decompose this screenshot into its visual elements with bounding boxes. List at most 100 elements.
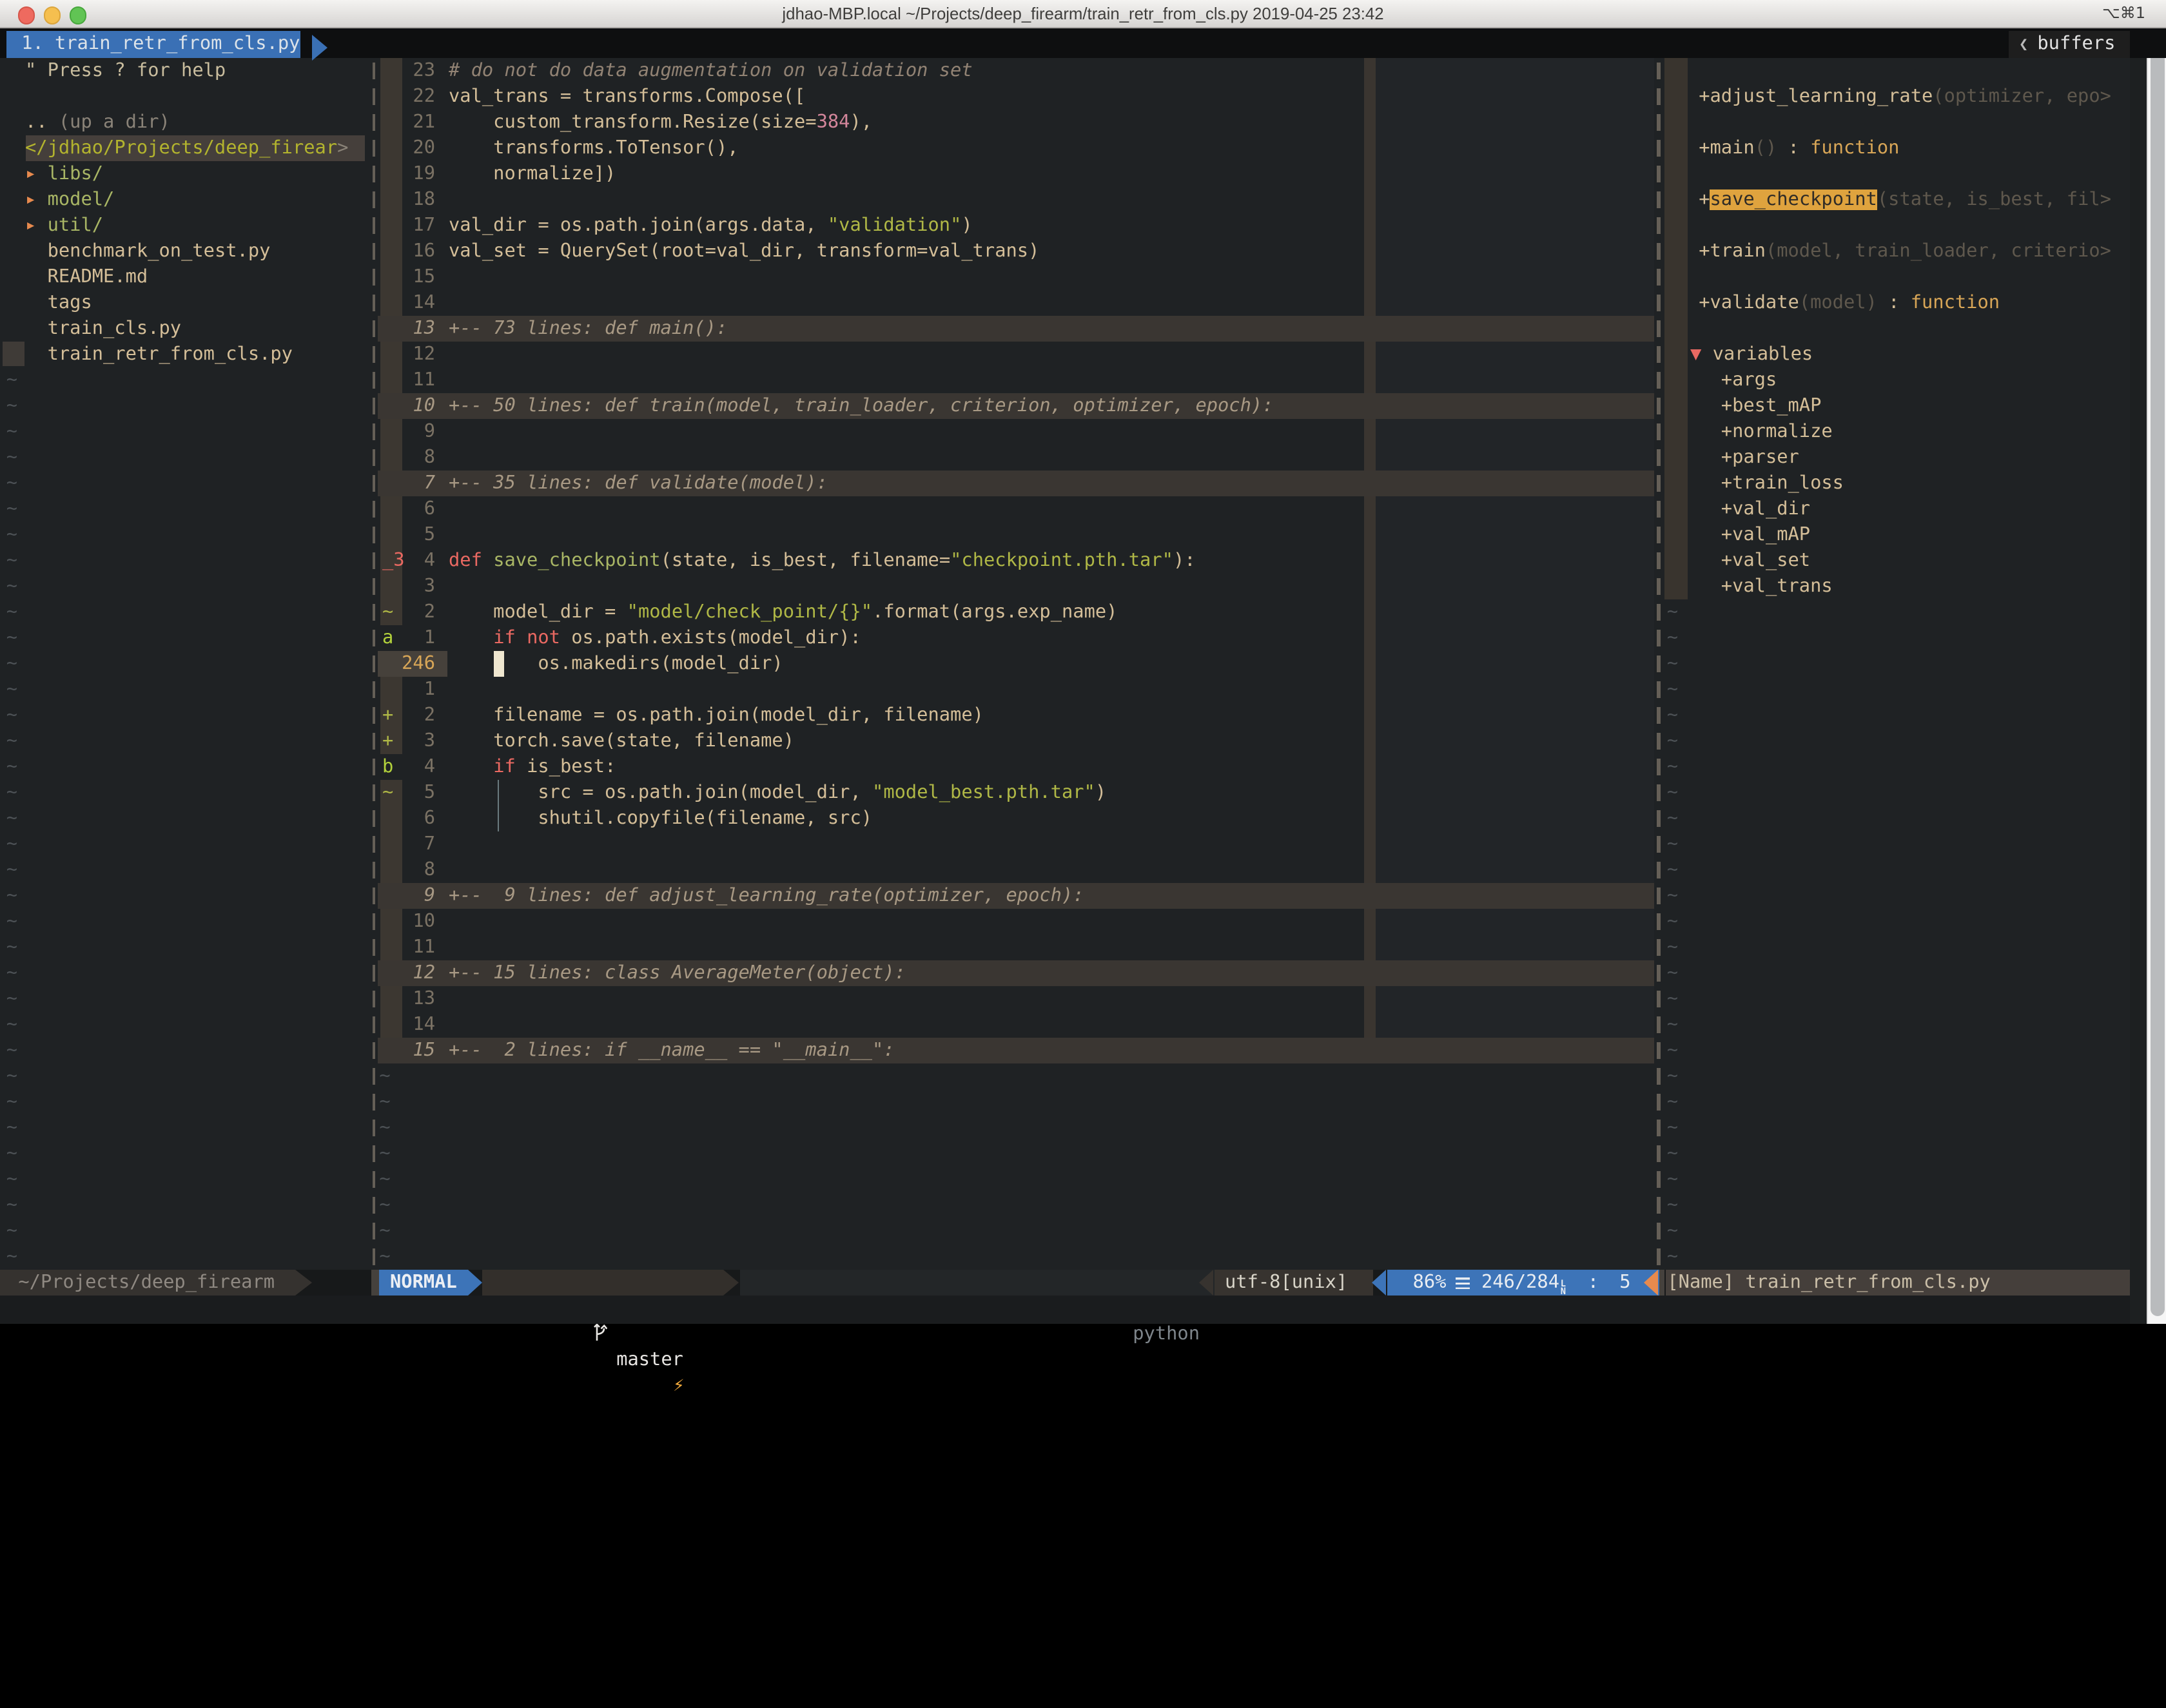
tree-item[interactable]: train_cls.py — [48, 315, 182, 341]
tag-item[interactable]: +train(model, train_loader, criterio> — [1699, 238, 2111, 264]
line-number: 6 — [382, 805, 435, 831]
tree-item[interactable]: ▸ libs/ — [25, 160, 103, 186]
tree-item[interactable]: benchmark_on_test.py — [48, 238, 271, 264]
tag-item[interactable]: +val_set — [1721, 547, 1810, 573]
empty-line-tilde: ~ — [1667, 779, 1678, 805]
code-line[interactable]: custom_transform.Resize(size=384), — [449, 109, 872, 135]
tree-item[interactable]: </jdhao/Projects/deep_firear> — [25, 135, 348, 160]
text-run: +validate — [1699, 292, 1799, 313]
empty-line-tilde: ~ — [1667, 882, 1678, 908]
empty-line-tilde: ~ — [379, 1192, 390, 1218]
window-separator-right[interactable] — [1657, 57, 1660, 1270]
gutter-sign: _3 — [382, 547, 405, 573]
tag-item[interactable]: +val_mAP — [1721, 521, 1810, 547]
text-run: +normalize — [1721, 421, 1833, 442]
empty-line-tilde: ~ — [6, 625, 17, 650]
code-line[interactable]: +-- 73 lines: def main(): — [449, 315, 727, 341]
text-run: is_best: — [516, 756, 616, 777]
tab-active[interactable]: 1. train_retr_from_cls.py — [6, 31, 300, 57]
empty-line-tilde: ~ — [6, 805, 17, 831]
tree-item[interactable]: ▸ model/ — [25, 186, 114, 212]
buffers-label[interactable]: ❮buffers — [2009, 31, 2130, 57]
tag-item[interactable]: +validate(model) : function — [1699, 289, 2000, 315]
tree-item[interactable]: ▸ util/ — [25, 212, 103, 238]
tag-item[interactable]: +best_mAP — [1721, 393, 1822, 418]
text-run: +val_trans — [1721, 576, 1833, 596]
text-run: libs/ — [48, 163, 103, 184]
vim-command-line[interactable] — [0, 1296, 2147, 1324]
lines-icon — [1455, 1270, 1469, 1296]
empty-line-tilde: ~ — [1667, 934, 1678, 960]
code-line[interactable]: torch.save(state, filename) — [449, 728, 794, 753]
empty-line-tilde: ~ — [1667, 1218, 1678, 1243]
text-run: ) — [1095, 782, 1106, 802]
empty-line-tilde: ~ — [6, 547, 17, 573]
text-run: custom_transform.Resize(size= — [449, 112, 817, 132]
line-number: 8 — [382, 857, 435, 882]
statusline-file-segment: train_retr_from_cls.py python — [739, 1270, 1214, 1296]
scrollbar[interactable] — [2147, 28, 2166, 1324]
code-line[interactable]: shutil.copyfile(filename, src) — [449, 805, 872, 831]
tree-item[interactable]: README.md — [48, 264, 148, 289]
tree-item[interactable]: train_retr_from_cls.py — [48, 341, 293, 367]
tag-item[interactable]: +val_dir — [1721, 496, 1810, 521]
code-line[interactable]: normalize]) — [449, 160, 616, 186]
empty-line-tilde: ~ — [6, 521, 17, 547]
text-run: "checkpoint.pth.tar" — [950, 550, 1173, 570]
tag-item[interactable]: +parser — [1721, 444, 1799, 470]
tag-item[interactable]: +normalize — [1721, 418, 1833, 444]
code-line[interactable]: filename = os.path.join(model_dir, filen… — [449, 702, 984, 728]
tagbar-statusline: [Name] train_retr_from_cls.py — [1665, 1270, 2129, 1296]
powerline-arrow-icon — [295, 1270, 312, 1296]
tab-bar: 1. train_retr_from_cls.py ❮buffers — [0, 28, 2166, 57]
tag-item[interactable]: +save_checkpoint(state, is_best, fil> — [1699, 186, 2111, 212]
empty-line-tilde: ~ — [1667, 1114, 1678, 1140]
tag-item[interactable]: +adjust_learning_rate(optimizer, epo> — [1699, 83, 2111, 109]
empty-line-tilde: ~ — [6, 908, 17, 934]
empty-line-tilde: ~ — [1667, 831, 1678, 857]
empty-line-tilde: ~ — [6, 1114, 17, 1140]
tag-item[interactable]: ▼ variables — [1690, 341, 1813, 367]
cursor-column: 5 — [1619, 1270, 1630, 1296]
empty-line-tilde: ~ — [6, 1192, 17, 1218]
code-line[interactable]: +-- 9 lines: def adjust_learning_rate(op… — [449, 882, 1084, 908]
code-line[interactable]: src = os.path.join(model_dir, "model_bes… — [449, 779, 1106, 805]
empty-line-tilde: ~ — [1667, 1166, 1678, 1192]
code-line[interactable]: +-- 50 lines: def train(model, train_loa… — [449, 393, 1274, 418]
tag-item[interactable]: +train_loss — [1721, 470, 1844, 496]
code-line[interactable]: transforms.ToTensor(), — [449, 135, 739, 160]
scrollbar-thumb[interactable] — [2150, 30, 2165, 1315]
code-line[interactable]: val_dir = os.path.join(args.data, "valid… — [449, 212, 973, 238]
code-line[interactable]: # do not do data augmentation on validat… — [449, 57, 973, 83]
text-run: +args — [1721, 369, 1777, 390]
code-line[interactable]: +-- 35 lines: def validate(model): — [449, 470, 828, 496]
code-line[interactable]: val_trans = transforms.Compose([ — [449, 83, 805, 109]
git-branch-name: master — [616, 1347, 683, 1373]
code-line[interactable]: def save_checkpoint(state, is_best, file… — [449, 547, 1196, 573]
code-line[interactable]: if not os.path.exists(model_dir): — [449, 625, 861, 650]
statusline-git-segment: +8 ~3 -3 master ⚡ — [483, 1270, 724, 1296]
text-run: (state, is_best, fil — [1877, 189, 2100, 209]
code-line[interactable]: if is_best: — [449, 753, 616, 779]
tag-item[interactable]: +main() : function — [1699, 135, 1899, 160]
text-run: > — [337, 137, 348, 158]
code-line[interactable]: val_set = QuerySet(root=val_dir, transfo… — [449, 238, 1039, 264]
text-run: shutil.copyfile(filename, src) — [449, 808, 872, 828]
code-line[interactable]: model_dir = "model/check_point/{}".forma… — [449, 599, 1117, 625]
code-line[interactable]: +-- 2 lines: if __name__ == "__main__": — [449, 1037, 895, 1063]
text-run: benchmark_on_test.py — [48, 240, 271, 261]
text-run: () — [1755, 137, 1777, 158]
empty-line-tilde: ~ — [6, 960, 17, 985]
tag-item[interactable]: +args — [1721, 367, 1777, 393]
tree-item[interactable]: .. (up a dir) — [25, 109, 170, 135]
code-line[interactable]: +-- 15 lines: class AverageMeter(object)… — [449, 960, 906, 985]
tree-item[interactable]: tags — [48, 289, 92, 315]
gutter-sign: + — [382, 728, 393, 753]
tree-item[interactable]: " Press ? for help — [25, 57, 226, 83]
empty-line-tilde: ~ — [379, 1243, 390, 1269]
tag-item[interactable]: +val_trans — [1721, 573, 1833, 599]
text-run: > — [2100, 240, 2111, 261]
tab-arrow-tip — [311, 35, 327, 61]
window-separator-left[interactable] — [372, 57, 375, 1270]
text-run: ): — [1173, 550, 1196, 570]
